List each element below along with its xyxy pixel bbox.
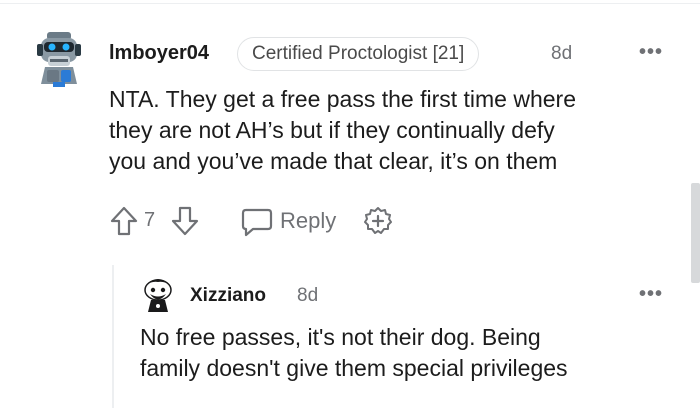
scrollbar-thumb[interactable] bbox=[691, 183, 700, 283]
award-icon[interactable] bbox=[362, 205, 394, 237]
robot-avatar-icon[interactable] bbox=[33, 26, 85, 88]
reply-body-line: family doesn't give them special privile… bbox=[140, 355, 568, 381]
comment-body-line: NTA. They get a free pass the first time… bbox=[109, 86, 577, 112]
reply-button[interactable]: Reply bbox=[240, 203, 360, 239]
reply-time: 8d bbox=[297, 285, 319, 306]
reply-more-options-icon[interactable]: ••• bbox=[639, 283, 663, 306]
downvote-icon[interactable] bbox=[170, 205, 200, 237]
reply-body-line: No free passes, it's not their dog. Bein… bbox=[140, 324, 541, 350]
user-flair: Certified Proctologist [21] bbox=[237, 37, 480, 71]
comment-username[interactable]: lmboyer04 bbox=[109, 42, 209, 65]
reply-label: Reply bbox=[280, 208, 337, 233]
comment-time: 8d bbox=[551, 43, 573, 64]
more-options-icon[interactable]: ••• bbox=[639, 41, 663, 64]
comment-body: NTA. They get a free pass the first time… bbox=[109, 84, 576, 177]
comment-body-line: they are not AH’s but if they continuall… bbox=[109, 117, 555, 143]
reply-username[interactable]: Xizziano bbox=[190, 285, 266, 307]
snoo-avatar-icon[interactable] bbox=[140, 275, 176, 313]
vote-count: 7 bbox=[144, 209, 156, 231]
upvote-icon[interactable] bbox=[109, 205, 139, 237]
reply-body: No free passes, it's not their dog. Bein… bbox=[140, 322, 568, 384]
comment-body-line: you and you’ve made that clear, it’s on … bbox=[109, 148, 558, 174]
top-divider bbox=[0, 3, 700, 4]
thread-line[interactable] bbox=[112, 265, 114, 408]
reply-bubble-icon bbox=[240, 206, 274, 238]
